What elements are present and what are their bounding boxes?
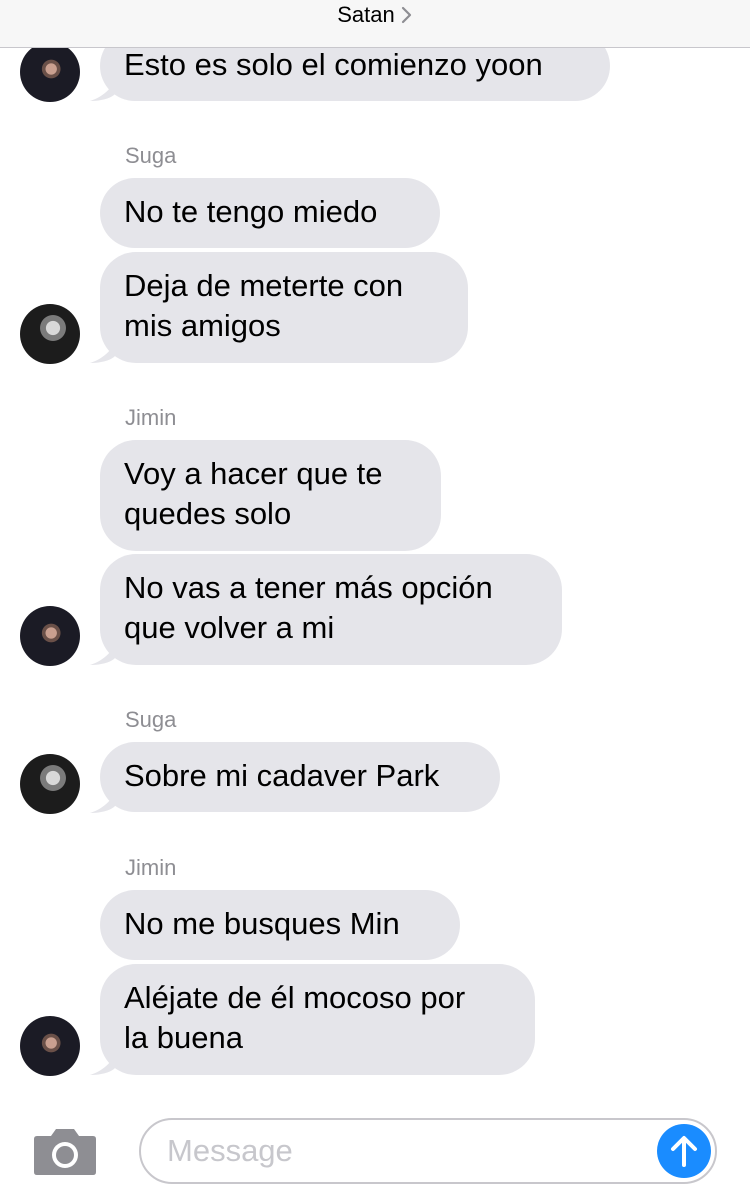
message-bubble[interactable]: Aléjate de él mocoso por la buena bbox=[100, 964, 535, 1075]
send-button[interactable] bbox=[657, 1124, 711, 1178]
contact-name-button[interactable]: Satan bbox=[337, 2, 413, 28]
message-text-line: No vas a tener más opción bbox=[124, 570, 493, 605]
sender-name: Jimin bbox=[125, 405, 177, 430]
message-text-line: que volver a mi bbox=[124, 610, 335, 645]
message-text: Esto es solo el comienzo yoon bbox=[124, 47, 543, 82]
message-input[interactable]: Message bbox=[139, 1118, 717, 1184]
avatar[interactable] bbox=[20, 754, 80, 814]
camera-icon[interactable] bbox=[33, 1126, 97, 1176]
send-arrow-icon bbox=[671, 1136, 697, 1167]
message-text: No te tengo miedo bbox=[124, 194, 378, 229]
message-bubble[interactable]: No vas a tener más opción que volver a m… bbox=[100, 554, 562, 665]
sender-name: Suga bbox=[125, 143, 177, 168]
conversation-header: Satan bbox=[0, 0, 750, 48]
message-text: No me busques Min bbox=[124, 906, 400, 941]
message-input-placeholder: Message bbox=[167, 1133, 293, 1168]
message-bubble[interactable]: Deja de meterte con mis amigos bbox=[100, 252, 468, 363]
message-text-line: la buena bbox=[124, 1020, 243, 1055]
avatar[interactable] bbox=[20, 304, 80, 364]
message-text-line: Voy a hacer que te bbox=[124, 456, 383, 491]
chevron-right-icon bbox=[401, 6, 411, 24]
message-bubble[interactable]: Voy a hacer que te quedes solo bbox=[100, 440, 441, 551]
sender-name: Suga bbox=[125, 707, 177, 732]
message-bubble[interactable]: No me busques Min bbox=[100, 890, 460, 960]
message-text-line: Aléjate de él mocoso por bbox=[124, 980, 466, 1015]
message-bubble[interactable]: No te tengo miedo bbox=[100, 178, 440, 248]
avatar[interactable] bbox=[20, 1016, 80, 1076]
sender-name: Jimin bbox=[125, 855, 177, 880]
message-text: Sobre mi cadaver Park bbox=[124, 758, 440, 793]
contact-name: Satan bbox=[337, 2, 395, 27]
avatar[interactable] bbox=[20, 42, 80, 102]
avatar[interactable] bbox=[20, 606, 80, 666]
message-text-line: mis amigos bbox=[124, 308, 281, 343]
message-text-line: quedes solo bbox=[124, 496, 292, 531]
message-text-line: Deja de meterte con bbox=[124, 268, 404, 303]
message-bubble[interactable]: Sobre mi cadaver Park bbox=[100, 742, 500, 812]
